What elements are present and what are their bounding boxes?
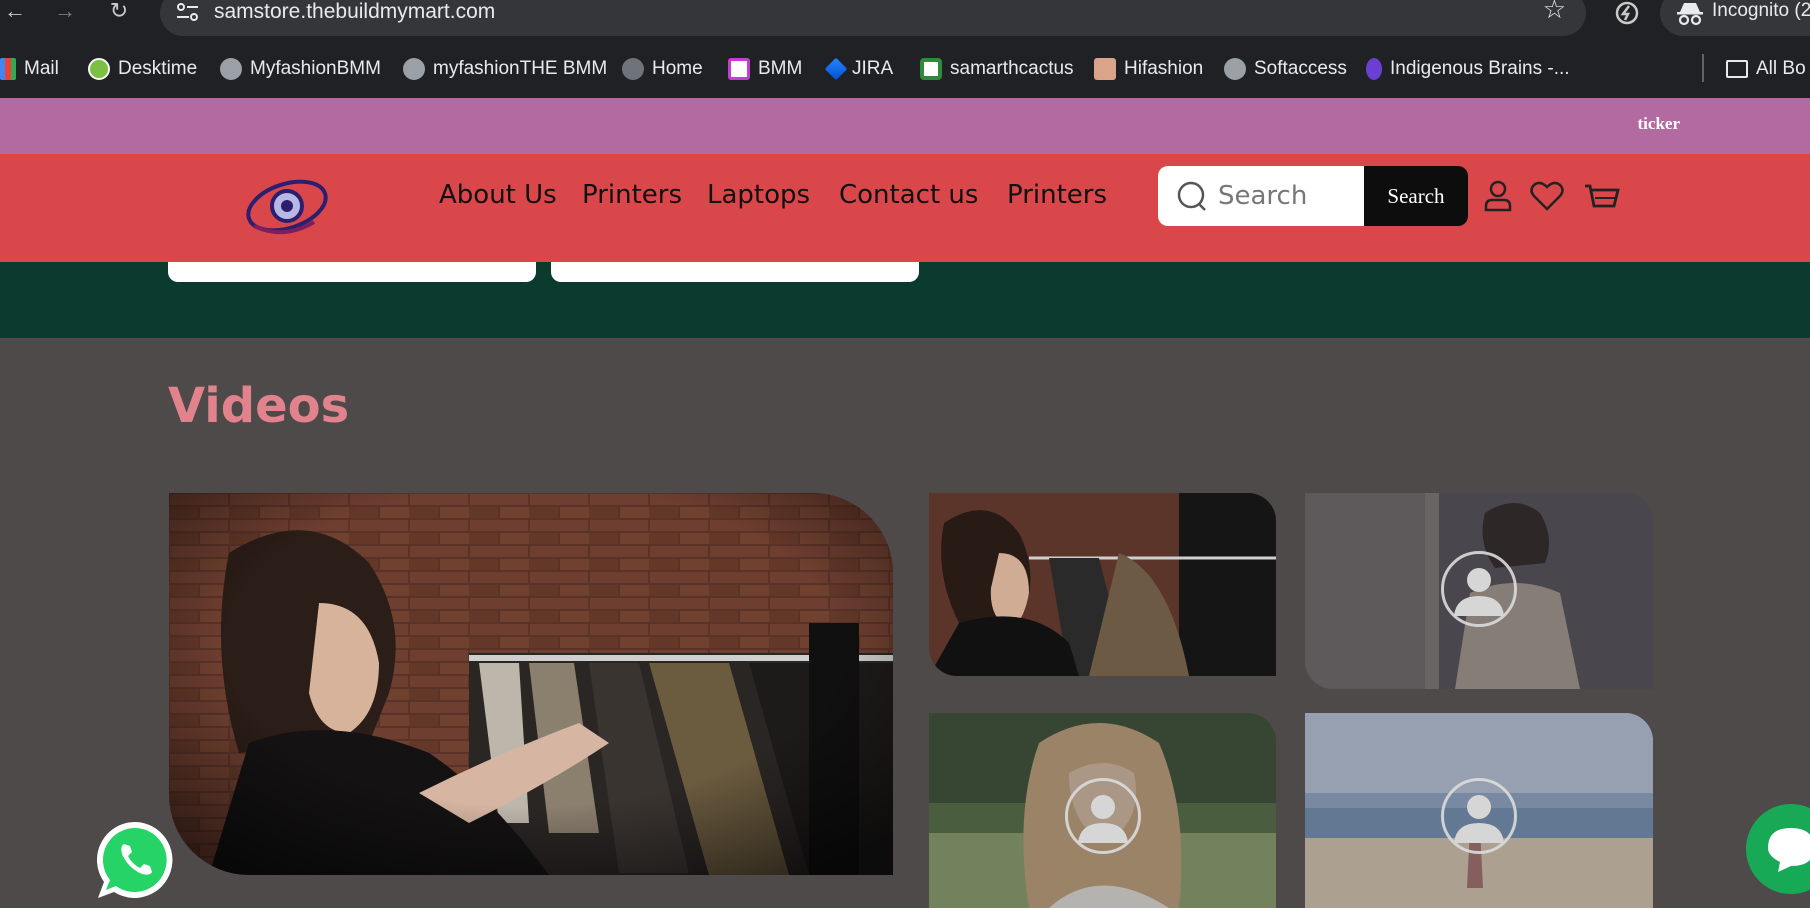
jira-icon (824, 57, 848, 81)
bookmark-label: Home (652, 58, 703, 79)
folder-icon (1726, 60, 1748, 78)
banner-card-left[interactable] (168, 262, 536, 282)
back-arrow-icon[interactable]: ← (0, 0, 30, 24)
bookmark-mail[interactable]: Mail (0, 55, 59, 83)
bookmark-label: Indigenous Brains -... (1390, 58, 1570, 79)
user-avatar-placeholder (1065, 778, 1141, 854)
site-header: About Us Printers Laptops Contact us Pri… (0, 154, 1810, 262)
nav-laptops[interactable]: Laptops (707, 180, 810, 210)
whatsapp-icon[interactable] (94, 818, 178, 902)
bookmark-all-bookmarks[interactable]: All Bo (1726, 55, 1806, 83)
nav-contact-us[interactable]: Contact us (839, 180, 978, 210)
video-thumbnail-woman-clothing-rack (169, 493, 893, 875)
ticker-bar: ticker (0, 98, 1810, 154)
search-box (1158, 166, 1368, 226)
bookmark-hifashion[interactable]: Hifashion (1094, 55, 1203, 83)
person-silhouette-icon (1454, 568, 1504, 616)
bmm-icon (728, 58, 750, 80)
cactus-icon (920, 58, 942, 80)
forward-arrow-icon[interactable]: → (50, 0, 80, 24)
bookmark-softaccess[interactable]: Softaccess (1224, 55, 1347, 83)
globe-icon (220, 58, 242, 80)
extension-icon[interactable] (1612, 0, 1642, 26)
video-thumbnail-shopper (929, 493, 1276, 676)
bookmark-label: myfashionTHE BMM (433, 58, 608, 79)
gmail-icon (0, 58, 16, 80)
bookmark-label: BMM (758, 58, 803, 79)
bookmark-star-icon[interactable]: ☆ (1543, 0, 1566, 25)
bookmark-bmm[interactable]: BMM (728, 55, 802, 83)
bookmark-myfashion-the-bmm[interactable]: myfashionTHE BMM (403, 55, 607, 83)
person-silhouette-icon (1078, 795, 1128, 843)
bookmark-indigenous-brains[interactable]: Indigenous Brains -... (1366, 55, 1570, 83)
bookmarks-divider (1702, 54, 1704, 82)
globe-icon (1224, 58, 1246, 80)
globe-icon (622, 58, 644, 80)
url-text[interactable]: samstore.thebuildmymart.com (214, 0, 495, 24)
bookmark-label: All Bo (1756, 58, 1806, 79)
bookmark-label: Hifashion (1124, 58, 1204, 79)
bookmark-label: Desktime (118, 58, 198, 79)
bookmark-label: samarthcactus (950, 58, 1074, 79)
nav-about-us[interactable]: About Us (439, 180, 557, 210)
bookmark-samarthcactus[interactable]: samarthcactus (920, 55, 1074, 83)
bookmarks-bar: Mail Desktime MyfashionBMM myfashionTHE … (0, 38, 1810, 98)
user-avatar-placeholder (1441, 551, 1517, 627)
browser-toolbar: ← → ↻ samstore.thebuildmymart.com ☆ Inco… (0, 0, 1810, 38)
site-settings-icon[interactable] (174, 0, 202, 24)
indigenous-brains-icon (1366, 58, 1382, 80)
video-card-3[interactable] (929, 713, 1276, 908)
bookmark-home[interactable]: Home (622, 55, 703, 83)
bookmark-label: Mail (24, 58, 59, 79)
bookmark-label: MyfashionBMM (250, 58, 381, 79)
video-card-4[interactable] (1305, 713, 1653, 908)
reload-icon[interactable]: ↻ (104, 0, 134, 24)
chat-bubble-icon (1768, 828, 1810, 872)
cart-icon[interactable] (1582, 176, 1622, 216)
bookmark-label: JIRA (852, 58, 894, 79)
user-account-icon[interactable] (1478, 176, 1518, 216)
search-input[interactable] (1218, 179, 1358, 213)
nav-printers[interactable]: Printers (582, 180, 682, 210)
video-card-1[interactable] (929, 493, 1276, 676)
search-icon (1177, 181, 1206, 211)
videos-section-title: Videos (168, 378, 350, 434)
bookmark-desktime[interactable]: Desktime (88, 55, 197, 83)
bookmark-label: Softaccess (1254, 58, 1347, 79)
wishlist-heart-icon[interactable] (1527, 176, 1567, 216)
search-button[interactable]: Search (1364, 166, 1468, 226)
desktime-icon (88, 58, 110, 80)
incognito-indicator[interactable]: Incognito (2 (1660, 0, 1810, 36)
ticker-text: ticker (1637, 114, 1680, 133)
hifashion-icon (1094, 58, 1116, 80)
person-silhouette-icon (1454, 795, 1504, 843)
video-card-featured[interactable] (169, 493, 893, 875)
incognito-icon (1677, 3, 1703, 26)
nav-printers-2[interactable]: Printers (1007, 180, 1107, 210)
incognito-label: Incognito (2 (1712, 0, 1810, 21)
live-chat-button[interactable] (1746, 804, 1810, 894)
globe-icon (403, 58, 425, 80)
bookmark-myfashionbmm[interactable]: MyfashionBMM (220, 55, 381, 83)
banner-card-right[interactable] (551, 262, 919, 282)
user-avatar-placeholder (1441, 778, 1517, 854)
bookmark-jira[interactable]: JIRA (824, 55, 894, 83)
brand-eye-logo[interactable] (244, 174, 330, 238)
address-bar[interactable]: samstore.thebuildmymart.com ☆ (160, 0, 1586, 36)
video-card-2[interactable] (1305, 493, 1653, 689)
